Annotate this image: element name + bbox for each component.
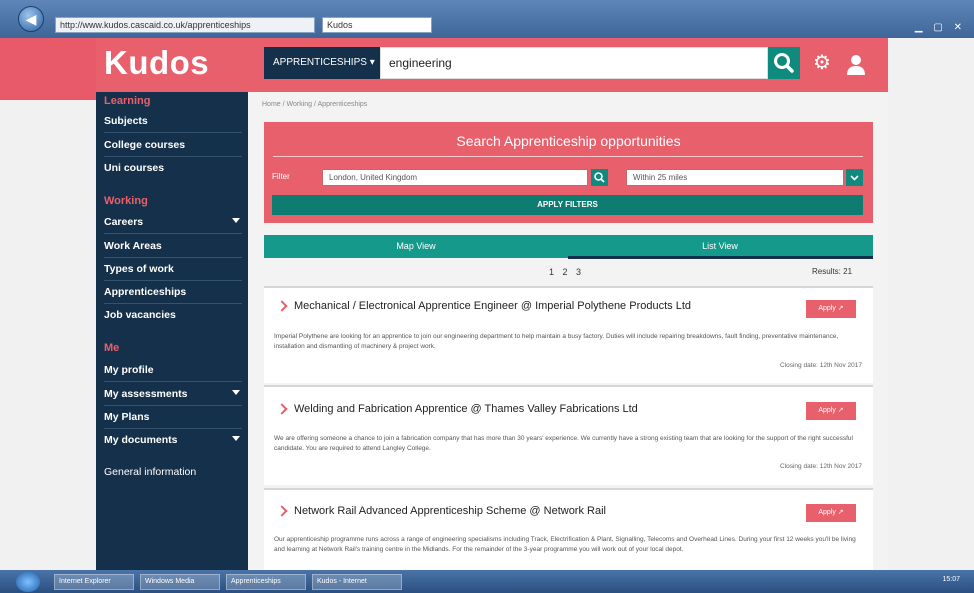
results-count: Results: 21 — [812, 267, 853, 276]
taskbar-item[interactable]: Kudos - Internet — [312, 574, 402, 590]
filter-label: Filter — [272, 172, 290, 181]
sidebar-item-general-information[interactable]: General information — [104, 466, 242, 478]
tab-list-view[interactable]: List View — [568, 235, 872, 258]
chevron-down-icon — [232, 436, 240, 441]
listing-title[interactable]: Network Rail Advanced Apprenticeship Sch… — [294, 505, 606, 517]
search-button[interactable] — [768, 47, 800, 79]
search-icon — [594, 172, 605, 183]
taskbar-item[interactable]: Internet Explorer — [54, 574, 134, 590]
right-page-margin — [888, 38, 974, 570]
radius-dropdown-button[interactable] — [846, 169, 863, 186]
listing-description: We are offering someone a chance to join… — [274, 435, 853, 452]
sidebar-item-careers[interactable]: Careers — [104, 216, 242, 234]
divider — [273, 156, 863, 157]
sidebar-item-label: Careers — [104, 216, 144, 228]
sidebar-heading-me: Me — [104, 342, 120, 354]
windows-start-icon[interactable] — [16, 572, 40, 592]
radius-select[interactable]: Within 25 miles — [626, 169, 844, 186]
listing-description: Imperial Polythene are looking for an ap… — [274, 333, 839, 350]
sidebar-item-my-assessments[interactable]: My assessments — [104, 388, 242, 406]
back-arrow-icon[interactable]: ◀ — [18, 6, 44, 32]
tab-map-view[interactable]: Map View — [264, 235, 568, 258]
sidebar-item-work-areas[interactable]: Work Areas — [104, 240, 242, 258]
sidebar-item-my-plans[interactable]: My Plans — [104, 411, 242, 429]
sidebar-item-college-courses[interactable]: College courses — [104, 139, 242, 157]
taskbar-clock[interactable]: 15:07 — [942, 576, 960, 583]
sidebar-item-label: My assessments — [104, 388, 188, 400]
location-search-button[interactable] — [591, 169, 608, 186]
sidebar-item-types-of-work[interactable]: Types of work — [104, 263, 242, 281]
sidebar-item-job-vacancies[interactable]: Job vacancies — [104, 309, 242, 321]
search-icon — [774, 53, 794, 73]
sidebar-heading-learning: Learning — [104, 95, 151, 107]
gear-icon[interactable]: ⚙ — [812, 53, 832, 73]
search-panel-title: Search Apprenticeship opportunities — [456, 133, 681, 149]
apply-button[interactable]: Apply ↗ — [806, 504, 856, 522]
apply-filters-button[interactable]: APPLY FILTERS — [272, 195, 863, 215]
user-icon[interactable] — [845, 53, 867, 75]
left-page-margin — [0, 38, 96, 570]
sidebar-item-label: My documents — [104, 434, 178, 446]
sidebar-item-apprenticeships[interactable]: Apprenticeships — [104, 286, 242, 304]
taskbar-item[interactable]: Apprenticeships — [226, 574, 306, 590]
sidebar-item-uni-courses[interactable]: Uni courses — [104, 162, 242, 174]
sidebar-item-my-documents[interactable]: My documents — [104, 434, 242, 446]
sidebar-item-subjects[interactable]: Subjects — [104, 115, 242, 133]
pagination[interactable]: 1 2 3 — [549, 267, 581, 277]
search-type-dropdown[interactable]: APPRENTICESHIPS ▾ — [264, 47, 380, 79]
listing-description: Our apprenticeship programme runs across… — [274, 536, 856, 553]
sidebar-heading-working: Working — [104, 195, 148, 207]
chevron-down-icon — [232, 390, 240, 395]
sidebar-item-my-profile[interactable]: My profile — [104, 364, 242, 382]
listing-title[interactable]: Welding and Fabrication Apprentice @ Tha… — [294, 403, 638, 415]
chevron-down-icon — [850, 175, 859, 181]
breadcrumb[interactable]: Home / Working / Apprenticeships — [262, 101, 367, 108]
kudos-logo[interactable]: Kudos — [104, 44, 209, 82]
location-field[interactable]: London, United Kingdom — [322, 169, 588, 186]
active-tab-indicator — [568, 256, 873, 259]
apply-button[interactable]: Apply ↗ — [806, 300, 856, 318]
apply-button[interactable]: Apply ↗ — [806, 402, 856, 420]
address-bar[interactable]: http://www.kudos.cascaid.co.uk/apprentic… — [55, 17, 315, 33]
search-input[interactable]: engineering — [380, 47, 768, 79]
browser-tab[interactable]: Kudos — [322, 17, 432, 33]
closing-date: Closing date: 12th Nov 2017 — [779, 362, 862, 369]
taskbar-item[interactable]: Windows Media — [140, 574, 220, 590]
window-controls[interactable]: ▁ ▢ ✕ — [915, 22, 966, 33]
closing-date: Closing date: 12th Nov 2017 — [779, 463, 862, 470]
chevron-down-icon — [232, 218, 240, 223]
listing-title[interactable]: Mechanical / Electronical Apprentice Eng… — [294, 300, 691, 312]
